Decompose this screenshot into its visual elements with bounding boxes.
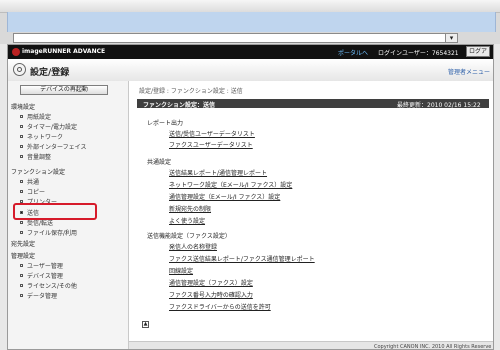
sidebar-item-label: ネットワーク (27, 134, 64, 141)
footer: Copyright CANON INC. 2010 All Rights Res… (129, 341, 493, 350)
sidebar-item-data-management[interactable]: データ管理 (20, 291, 57, 300)
square-bullet-icon (20, 190, 23, 193)
group-title-fax: 送信機能設定（ファクス設定） (147, 233, 231, 240)
sidebar-item-device-management[interactable]: デバイス管理 (20, 271, 63, 280)
portal-link[interactable]: ポータルへ (338, 48, 368, 57)
square-bullet-icon (20, 264, 23, 267)
sidebar-item-label: 受信/転送 (27, 220, 54, 227)
link-comm-management[interactable]: 通信管理設定（Eメール/I ファクス）設定 (169, 192, 280, 201)
page-title: 設定/登録 (30, 68, 70, 78)
sidebar-item-copy[interactable]: コピー (20, 187, 45, 196)
link-line-settings[interactable]: 回線設定 (169, 266, 193, 275)
square-bullet-icon (20, 221, 23, 224)
sidebar-item-network[interactable]: ネットワーク (20, 132, 63, 141)
square-bullet-icon (20, 125, 23, 128)
panel-header: ファンクション設定：送信 最終更新：2010 02/16 15:22 (137, 99, 489, 109)
remote-ui-window: imageRUNNER ADVANCE ポータルへ ログインユーザー：76543… (7, 44, 494, 350)
sidebar: デバイスの再起動 環境設定 用紙設定 タイマー/電力設定 ネットワーク 外部イン… (8, 81, 129, 349)
sidebar-section-destination[interactable]: 宛先設定 (11, 239, 35, 248)
link-fax-user-list[interactable]: ファクスユーザーデータリスト (169, 140, 253, 149)
sidebar-item-volume[interactable]: 音量調整 (20, 152, 51, 161)
link-network-settings[interactable]: ネットワーク設定（Eメール/I ファクス）設定 (169, 180, 292, 189)
link-fax-driver-allow[interactable]: ファクスドライバーからの送信を許可 (169, 302, 271, 311)
sidebar-item-label: コピー (27, 189, 46, 196)
square-bullet-icon (20, 180, 23, 183)
sidebar-section-management[interactable]: 管理設定 (11, 251, 35, 260)
sidebar-item-label: デバイス管理 (27, 273, 63, 280)
sidebar-item-license[interactable]: ライセンス/その他 (20, 281, 77, 290)
sidebar-item-label: 外部インターフェイス (27, 144, 87, 151)
panel-title: ファンクション設定：送信 (143, 102, 216, 109)
sidebar-item-label: 用紙設定 (27, 114, 52, 121)
main-content: 設定/登録 : ファンクション設定 : 送信 ファンクション設定：送信 最終更新… (129, 81, 493, 350)
sidebar-item-paper[interactable]: 用紙設定 (20, 112, 51, 121)
link-new-destination-limit[interactable]: 新規宛先の制限 (169, 204, 211, 213)
link-send-result-report[interactable]: 送信結果レポート/通信管理レポート (169, 168, 267, 177)
breadcrumb: 設定/登録 : ファンクション設定 : 送信 (139, 88, 243, 95)
sidebar-item-label: ライセンス/その他 (27, 283, 77, 290)
sidebar-item-user-management[interactable]: ユーザー管理 (20, 261, 63, 270)
restart-device-button[interactable]: デバイスの再起動 (20, 85, 108, 95)
selection-highlight (13, 203, 97, 220)
link-fax-number-confirm[interactable]: ファクス番号入力時の確認入力 (169, 290, 253, 299)
square-bullet-icon (20, 274, 23, 277)
sidebar-item-label: 共通 (27, 179, 40, 186)
app-header: imageRUNNER ADVANCE ポータルへ ログインユーザー：76543… (8, 45, 493, 64)
link-favorite-settings[interactable]: よく使う設定 (169, 216, 205, 225)
link-sender-name[interactable]: 発信人の名称登録 (169, 242, 217, 251)
sidebar-item-interface[interactable]: 外部インターフェイス (20, 142, 86, 151)
sidebar-item-file-storage[interactable]: ファイル保存/利用 (20, 228, 77, 237)
link-send-receive-user-list[interactable]: 送信/受信ユーザーデータリスト (169, 129, 255, 138)
square-bullet-icon (20, 155, 23, 158)
settings-icon (13, 63, 26, 76)
square-bullet-icon (20, 145, 23, 148)
title-bar: 設定/登録 管理者メニュー (8, 59, 493, 82)
sidebar-item-label: ファイル保存/利用 (27, 230, 78, 237)
sidebar-item-timer[interactable]: タイマー/電力設定 (20, 122, 77, 131)
brand-name: imageRUNNER ADVANCE (22, 48, 106, 55)
sidebar-item-common[interactable]: 共通 (20, 177, 39, 186)
page-top-icon[interactable]: ▲ (142, 321, 149, 328)
address-dropdown-icon[interactable]: ▾ (445, 33, 458, 43)
sidebar-item-label: ユーザー管理 (27, 263, 63, 270)
logout-button[interactable]: ログアウ (466, 46, 490, 64)
sidebar-section-function[interactable]: ファンクション設定 (11, 167, 65, 176)
link-fax-comm-management[interactable]: 通信管理設定（ファクス）設定 (169, 278, 253, 287)
square-bullet-icon (20, 115, 23, 118)
address-bar[interactable] (13, 33, 458, 43)
login-user: ログインユーザー：7654321 (378, 50, 459, 57)
canon-logo-icon (12, 48, 20, 56)
square-bullet-icon (20, 284, 23, 287)
square-bullet-icon (20, 135, 23, 138)
sidebar-item-label: 音量調整 (27, 154, 52, 161)
sidebar-item-label: データ管理 (27, 293, 58, 300)
sidebar-section-environment[interactable]: 環境設定 (11, 102, 35, 111)
browser-banner (7, 12, 496, 32)
link-fax-result-report[interactable]: ファクス送信結果レポート/ファクス通信管理レポート (169, 254, 315, 263)
square-bullet-icon (20, 231, 23, 234)
sidebar-item-label: タイマー/電力設定 (27, 124, 78, 131)
square-bullet-icon (20, 294, 23, 297)
manager-menu-link[interactable]: 管理者メニュー (448, 67, 490, 76)
browser-chrome: ▾ (0, 0, 500, 44)
group-title-common: 共通設定 (147, 159, 172, 166)
group-title-report: レポート出力 (147, 120, 184, 127)
last-update: 最終更新：2010 02/16 15:22 (397, 102, 481, 109)
copyright: Copyright CANON INC. 2010 All Rights Res… (374, 344, 492, 350)
